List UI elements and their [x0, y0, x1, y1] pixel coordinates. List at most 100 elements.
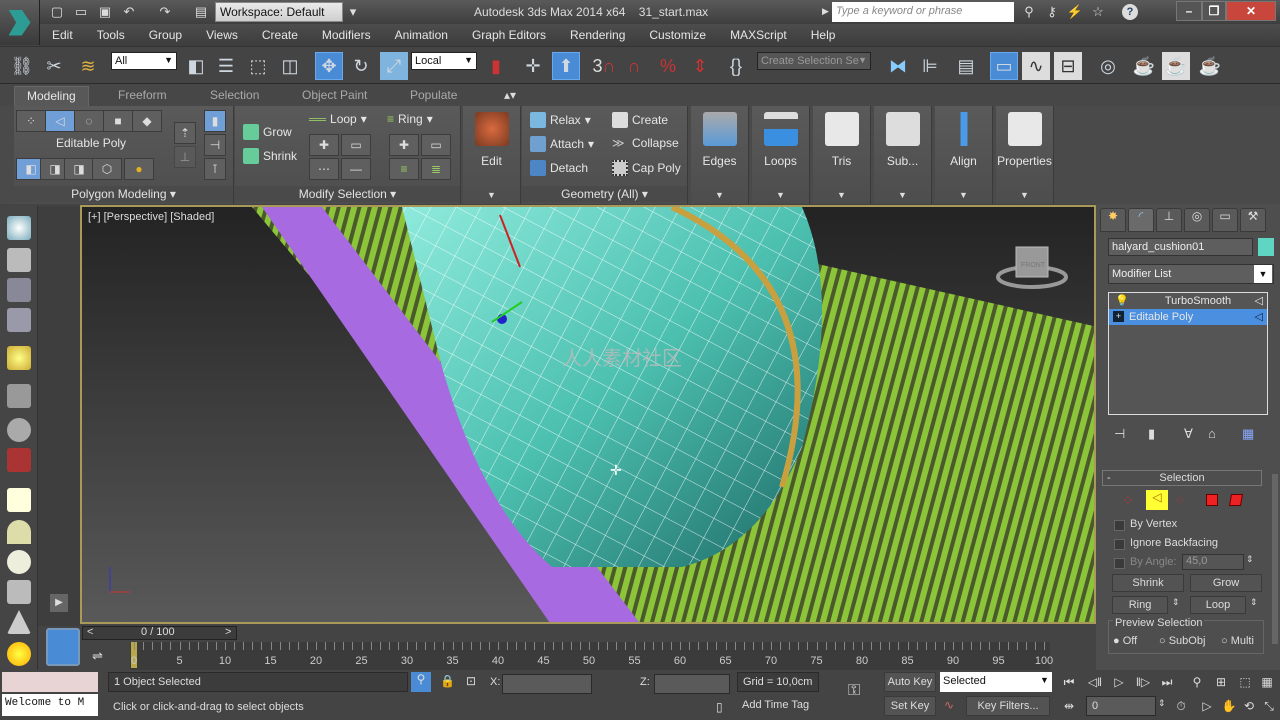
help-search-input[interactable]: Type a keyword or phrase	[832, 2, 1014, 22]
camera-icon[interactable]	[7, 384, 31, 408]
next-frame-icon[interactable]: ‖▷	[1132, 672, 1154, 692]
selection-filter-dropdown[interactable]: All	[111, 52, 177, 70]
field-of-view-icon[interactable]: ▷	[1196, 696, 1218, 716]
edges-button[interactable]: Edges ▼	[691, 106, 749, 204]
key-filters-button[interactable]: Key Filters...	[966, 696, 1050, 716]
expand-panel-icon[interactable]: ▶	[50, 594, 68, 612]
go-to-end-icon[interactable]: ⏭	[1156, 672, 1178, 692]
plane-icon[interactable]	[7, 488, 31, 512]
edges-dropdown-icon[interactable]: ▼	[691, 190, 748, 200]
maximize-viewport-icon[interactable]: ⤡	[1258, 696, 1280, 716]
camera-sequencer-icon[interactable]	[7, 418, 31, 442]
modify-mode-icon[interactable]: ⊺	[204, 158, 226, 180]
menu-views[interactable]: Views	[194, 28, 250, 42]
properties-dropdown-icon[interactable]: ▼	[996, 190, 1053, 200]
angle-input[interactable]: 45,0	[1182, 554, 1244, 570]
favorites-star-icon[interactable]: ☆	[1089, 3, 1107, 21]
select-and-move-icon[interactable]: ✥	[315, 52, 343, 80]
auto-key-button[interactable]: Auto Key	[884, 672, 936, 692]
menu-edit[interactable]: Edit	[40, 28, 85, 42]
go-to-start-icon[interactable]: ⏮	[1058, 672, 1080, 692]
toggle-motion-mixer-icon[interactable]: ⇌	[92, 648, 103, 664]
polygon-modeling-title[interactable]: Polygon Modeling ▾	[14, 186, 233, 202]
ring-mode-icon[interactable]: ≡	[389, 158, 419, 180]
render-frame-icon[interactable]	[7, 248, 31, 272]
align-dropdown-icon[interactable]: ▼	[935, 190, 992, 200]
show-end-result-icon[interactable]: ⬡	[92, 158, 122, 180]
object-name-field[interactable]: halyard_cushion01	[1108, 238, 1253, 256]
sphere-icon[interactable]	[7, 550, 31, 574]
unlink-icon[interactable]: ✂	[40, 52, 68, 80]
key-mode-dropdown[interactable]: Selected	[940, 672, 1052, 692]
hemisphere-icon[interactable]	[7, 520, 31, 544]
satellite-icon[interactable]: ⚡	[1066, 3, 1084, 21]
angle-snap-icon[interactable]: ∩	[620, 52, 648, 80]
angle-spinner-icon[interactable]: ⇕	[1246, 554, 1254, 565]
perspective-viewport[interactable]: FRONT 人人素材社区 ✛ [+] [Perspective] [Shaded…	[80, 205, 1096, 624]
rendered-frame-window-icon[interactable]: ☕	[1162, 52, 1190, 80]
next-frame-button[interactable]: >	[225, 626, 231, 638]
polygon-subobj-icon[interactable]	[1206, 494, 1218, 506]
tab-freeform[interactable]: Freeform	[106, 86, 179, 106]
remove-modifier-icon[interactable]: ⌂	[1208, 426, 1216, 441]
render-setup-icon[interactable]: ☕	[1130, 52, 1158, 80]
make-unique-icon[interactable]: ∀	[1184, 426, 1193, 442]
pin-stack-icon[interactable]: ⊣	[1114, 426, 1125, 442]
current-frame-input[interactable]: 0	[1086, 696, 1156, 716]
zoom-all-icon[interactable]: ⊞	[1210, 672, 1232, 692]
by-vertex-checkbox[interactable]	[1114, 520, 1125, 531]
x-coord-input[interactable]	[502, 674, 592, 694]
application-button[interactable]	[0, 0, 40, 45]
window-crossing-icon[interactable]: ◫	[276, 52, 304, 80]
configure-modifier-sets-icon[interactable]: ▦	[1242, 426, 1254, 442]
restore-button[interactable]: ❐	[1202, 1, 1226, 21]
maxscript-listener-line1[interactable]	[2, 672, 98, 692]
menu-graph-editors[interactable]: Graph Editors	[460, 28, 558, 42]
prev-frame-button[interactable]: <	[87, 626, 93, 638]
border-subobj-icon[interactable]: ◌	[1176, 492, 1183, 506]
tris-button[interactable]: Tris ▼	[813, 106, 871, 204]
time-tag-icon[interactable]: ▯	[716, 700, 723, 714]
z-coord-input[interactable]	[654, 674, 730, 694]
time-configuration-icon[interactable]: ⏱	[1170, 696, 1192, 716]
key-icon[interactable]: ⚷	[1043, 3, 1061, 21]
minimize-button[interactable]: –	[1176, 1, 1202, 21]
edit-dropdown-icon[interactable]: ▼	[463, 190, 520, 200]
layer-manager-icon[interactable]	[7, 308, 31, 332]
track-bar[interactable]: 0 5 10 15 20 25 30 35 40 45 50 55 60 65 70 75 80 85 90 95 10…	[130, 642, 1053, 670]
grow-button[interactable]: Grow	[1190, 574, 1262, 592]
menu-customize[interactable]: Customize	[637, 28, 718, 42]
material-editor-icon[interactable]: ◎	[1094, 52, 1122, 80]
shrink-button[interactable]: Shrink	[243, 148, 297, 164]
detach-button[interactable]: Detach	[530, 160, 588, 176]
show-end-result-icon[interactable]: ▮	[1148, 426, 1155, 442]
viewport-layout-button[interactable]	[46, 628, 80, 666]
select-and-rotate-icon[interactable]: ↻	[347, 52, 375, 80]
dot-ring-icon[interactable]: ≣	[421, 158, 451, 180]
light-lister-icon[interactable]	[7, 346, 31, 370]
scene-explorer-icon[interactable]	[7, 278, 31, 302]
tab-object-paint[interactable]: Object Paint	[290, 86, 379, 106]
viewport-label[interactable]: [+] [Perspective] [Shaded]	[88, 211, 214, 223]
edit-button[interactable]: Edit ▼	[463, 106, 521, 204]
mirror-icon[interactable]: ⧓	[884, 52, 912, 80]
teapot-wire-icon[interactable]	[7, 580, 31, 604]
element-subobj-icon[interactable]	[1228, 494, 1244, 506]
layer-explorer-icon[interactable]: ▤	[952, 52, 980, 80]
preview-multi-radio[interactable]: ○ Multi	[1221, 635, 1254, 647]
menu-rendering[interactable]: Rendering	[558, 28, 637, 42]
key-mode-toggle-icon[interactable]: ⇹	[1058, 696, 1080, 716]
orbit-icon[interactable]: ⟲	[1238, 696, 1260, 716]
shrink-button[interactable]: Shrink	[1112, 574, 1184, 592]
percent-snap-icon[interactable]: %	[654, 52, 682, 80]
binoculars-icon[interactable]: ⚲	[1020, 3, 1038, 21]
menu-group[interactable]: Group	[137, 28, 194, 42]
expand-plus-icon[interactable]: +	[1113, 311, 1124, 322]
default-in-out-tangents-icon[interactable]: ∿	[944, 698, 954, 712]
curve-editor-icon[interactable]: ∿	[1022, 52, 1050, 80]
ring-button[interactable]: Ring	[1112, 596, 1168, 614]
create-button[interactable]: Create	[612, 112, 668, 128]
snaps-toggle-icon[interactable]: 3 ∩	[590, 52, 618, 80]
grow-loop-icon[interactable]: ✚	[309, 134, 339, 156]
utilities-tab-icon[interactable]: ⚒	[1240, 208, 1266, 232]
